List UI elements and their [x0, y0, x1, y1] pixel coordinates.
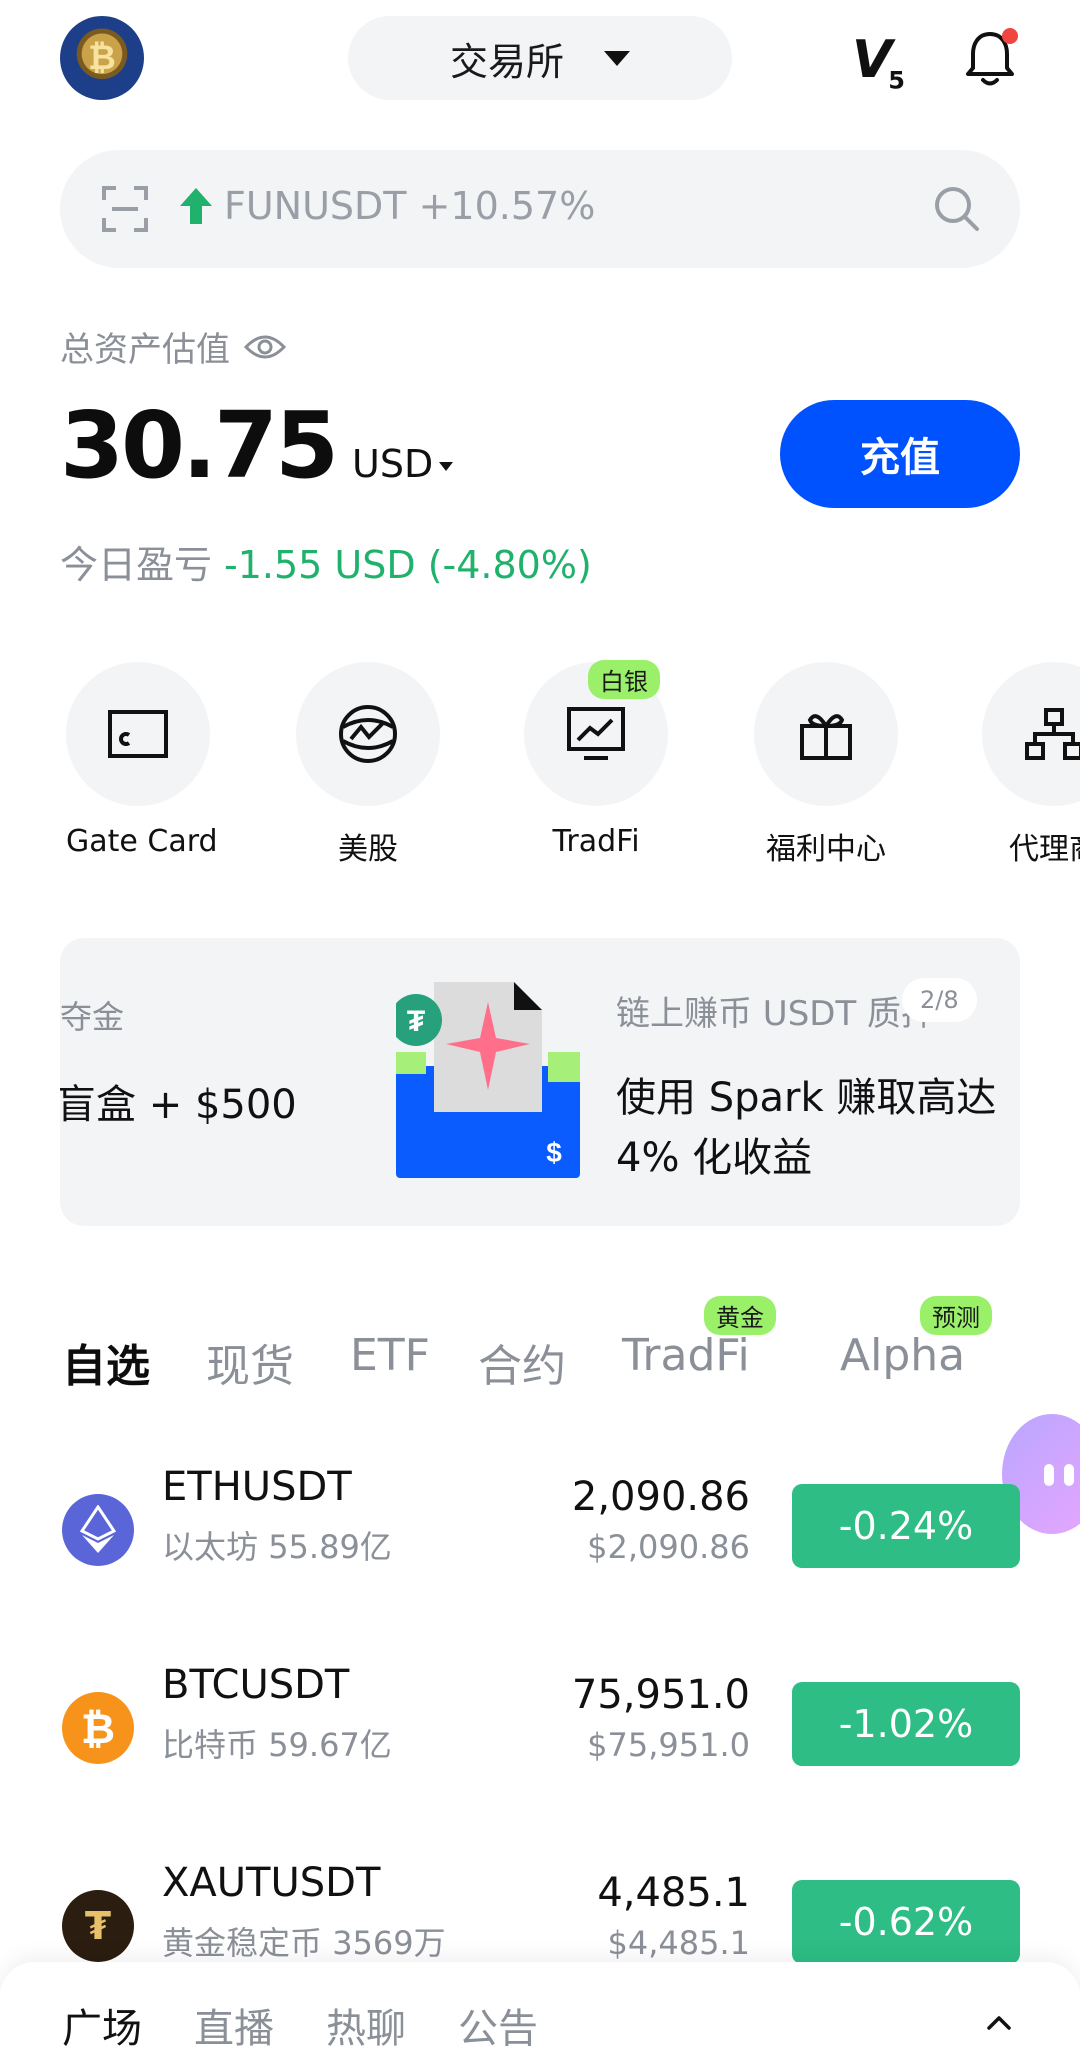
- gold-tag: 黄金: [704, 1296, 776, 1335]
- market-symbol: ETHUSDT: [162, 1464, 352, 1510]
- market-fiat-price: $2,090.86: [587, 1528, 750, 1566]
- vip-level-badge[interactable]: V5: [852, 30, 905, 94]
- banner-left-title: 夺金: [60, 998, 125, 1036]
- quick-entry-us-stocks[interactable]: 美股: [296, 662, 440, 868]
- exchange-label: 交易所: [449, 39, 564, 84]
- change-badge[interactable]: -0.24%: [792, 1484, 1020, 1568]
- quick-entry-tradfi[interactable]: 白银 TradFi: [524, 660, 668, 859]
- banner-right-title: 链上赚币 USDT 质押: [616, 994, 936, 1034]
- org-chart-icon: [1025, 708, 1080, 760]
- market-meta: 以太坊 55.89亿: [162, 1528, 392, 1566]
- pnl-value: -1.55 USD (-4.80%): [224, 543, 592, 587]
- market-price: 2,090.86: [571, 1474, 750, 1520]
- eye-icon[interactable]: [244, 333, 286, 361]
- notification-bell-icon[interactable]: [964, 28, 1018, 88]
- notification-dot: [1002, 28, 1018, 44]
- caret-down-icon: [439, 462, 454, 471]
- svg-text:$: $: [546, 1137, 562, 1168]
- currency-selector[interactable]: USD: [352, 442, 454, 486]
- tab-square[interactable]: 广场: [62, 1996, 142, 2054]
- tab-alpha[interactable]: Alpha 预测: [840, 1296, 992, 1381]
- banner-right-text: 使用 Spark 赚取高达 4% 化收益: [616, 1075, 997, 1181]
- tab-tradfi[interactable]: TradFi 黄金: [622, 1296, 776, 1381]
- promo-banner[interactable]: 夺金 盲盒 + $500 ₮ $ 链上赚币 USDT 质押 2/8 使用 Spa…: [60, 938, 1020, 1226]
- eth-icon: [62, 1494, 134, 1566]
- quick-entry-gate-card[interactable]: Gate Card: [66, 662, 218, 859]
- community-sheet[interactable]: 广场 直播 热聊 公告: [0, 1962, 1080, 2056]
- prediction-tag: 预测: [920, 1296, 992, 1335]
- svg-text:₮: ₮: [407, 1005, 425, 1038]
- market-tabs: 自选 现货 ETF 合约 TradFi 黄金 Alpha 预测: [60, 1296, 1020, 1400]
- market-fiat-price: $75,951.0: [587, 1726, 750, 1764]
- banner-left-text: 盲盒 + $500: [60, 1082, 297, 1128]
- tab-live[interactable]: 直播: [194, 1996, 274, 2054]
- market-row-eth[interactable]: ETHUSDT 以太坊 55.89亿 2,090.86 $2,090.86 -0…: [60, 1454, 1020, 1604]
- market-symbol: XAUTUSDT: [162, 1860, 381, 1906]
- globe-chart-icon: [339, 705, 397, 763]
- market-price: 75,951.0: [571, 1672, 750, 1718]
- market-symbol: BTCUSDT: [162, 1662, 350, 1708]
- scan-icon[interactable]: [102, 186, 148, 232]
- deposit-button[interactable]: 充值: [780, 400, 1020, 508]
- tab-spot[interactable]: 现货: [206, 1330, 294, 1394]
- market-fiat-price: $4,485.1: [607, 1924, 751, 1962]
- total-assets-label: 总资产估值: [60, 322, 286, 371]
- market-meta: 比特币 59.67亿: [162, 1726, 392, 1764]
- gift-icon: [800, 714, 852, 760]
- caret-down-icon: [604, 50, 630, 66]
- xaut-icon: ₮: [62, 1890, 134, 1962]
- market-meta: 黄金稳定币 3569万: [162, 1924, 446, 1962]
- search-icon[interactable]: [932, 184, 980, 232]
- balance-value: 30.75: [60, 392, 339, 499]
- user-avatar[interactable]: ₿: [60, 16, 144, 100]
- tab-etf[interactable]: ETF: [350, 1330, 430, 1381]
- card-icon: [108, 710, 168, 758]
- silver-tag: 白银: [588, 660, 660, 699]
- market-row-btc[interactable]: ₿ BTCUSDT 比特币 59.67亿 75,951.0 $75,951.0 …: [60, 1652, 1020, 1802]
- quick-entry-agent[interactable]: 代理商: [982, 662, 1080, 868]
- usdt-folder-illustration: ₮ $: [396, 982, 580, 1178]
- today-pnl: 今日盈亏 -1.55 USD (-4.80%): [60, 543, 592, 587]
- search-bar[interactable]: FUNUSDT +10.57%: [60, 150, 1020, 268]
- tab-hot-chat[interactable]: 热聊: [326, 1996, 406, 2054]
- tab-favorites[interactable]: 自选: [62, 1330, 150, 1394]
- btc-icon: ₿: [62, 1692, 134, 1764]
- trending-up-icon: [180, 188, 212, 224]
- change-badge[interactable]: -1.02%: [792, 1682, 1020, 1766]
- bitcoin-icon: ₿: [88, 38, 116, 78]
- market-price: 4,485.1: [597, 1870, 750, 1916]
- banner-pager: 2/8: [902, 978, 977, 1022]
- change-badge[interactable]: -0.62%: [792, 1880, 1020, 1964]
- quick-entry-rewards[interactable]: 福利中心: [754, 662, 898, 868]
- trend-screen-icon: [567, 707, 625, 760]
- tab-futures[interactable]: 合约: [478, 1330, 566, 1394]
- tab-announcements[interactable]: 公告: [458, 1996, 538, 2054]
- chevron-up-icon[interactable]: [986, 2010, 1012, 2036]
- total-balance: 30.75 USD: [60, 392, 454, 499]
- trending-search-text: FUNUSDT +10.57%: [224, 184, 596, 228]
- exchange-switcher[interactable]: 交易所: [348, 16, 732, 100]
